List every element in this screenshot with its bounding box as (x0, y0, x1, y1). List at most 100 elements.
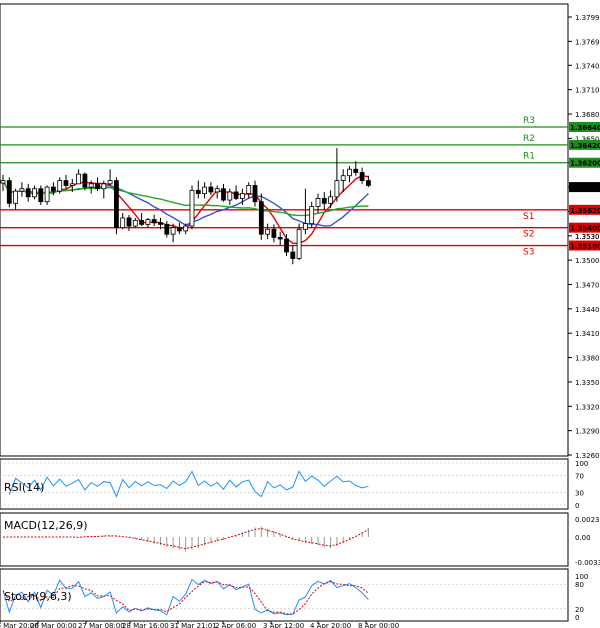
pivot-price-label: 1.36200 (570, 160, 600, 168)
candle-body (132, 219, 138, 227)
candle-body (365, 180, 371, 186)
macd-tick-label: 0.00237 (575, 516, 600, 524)
candle-body (347, 168, 352, 177)
candle-body (139, 219, 145, 225)
candle-body (302, 223, 308, 230)
candle-body (315, 198, 321, 207)
time-tick-label: 2 Apr 06:00 (215, 622, 256, 628)
pivot-price-label: 1.36420 (570, 142, 600, 150)
stoch-tick-label: 20 (575, 606, 584, 614)
time-tick-label: 8 Apr 00:00 (358, 622, 399, 628)
candle-body (176, 227, 182, 232)
candle-body (271, 228, 277, 238)
candle-body (170, 227, 176, 235)
candle-body (246, 185, 252, 194)
time-tick-label: 26 Mar 00:00 (30, 622, 77, 628)
candle-body (284, 238, 289, 253)
current-price: 1.35902 (569, 182, 600, 193)
price-tick-label: 1.37100 (575, 87, 600, 95)
candle-body (208, 186, 214, 193)
pivot-price-label: 1.36640 (570, 124, 600, 132)
candle-body (359, 172, 365, 181)
current-price-label: 1.35902 (570, 184, 600, 192)
candle-body (239, 193, 245, 199)
stoch-label: Stoch(9,6,3) (4, 590, 72, 603)
price-tick-label: 1.35000 (575, 257, 600, 265)
candle-body (328, 196, 334, 204)
chart-root: 1.379951.376951.374001.371001.368001.365… (0, 0, 600, 628)
candle-body (114, 180, 119, 229)
time-axis: 26 Mar 20:0026 Mar 00:0027 Mar 08:0028 M… (0, 621, 399, 628)
candle-body (158, 222, 163, 225)
candle-body (309, 206, 315, 225)
candle-body (76, 173, 81, 185)
time-tick-label: 31 Mar 21:01 (170, 622, 217, 628)
candle-body (164, 224, 170, 235)
price-tick-label: 1.34100 (575, 330, 600, 338)
pivot-name-s1: S1 (523, 212, 534, 222)
candle-body (202, 186, 208, 194)
candle-body (63, 180, 69, 186)
macd-label: MACD(12,26,9) (4, 519, 88, 532)
candle-body (151, 219, 157, 224)
price-tick-label: 1.33800 (575, 355, 600, 363)
candle-body (214, 188, 220, 193)
rsi-tick-label: 100 (575, 460, 588, 468)
rsi-tick-label: 30 (575, 489, 584, 497)
candle-body (189, 189, 195, 227)
candle-body (221, 188, 226, 201)
candle-body (277, 237, 283, 240)
candle-body (51, 186, 56, 192)
price-tick-label: 1.35300 (575, 233, 600, 241)
candle-body (227, 191, 233, 201)
stoch-tick-label: 80 (575, 581, 584, 589)
candle-body (334, 180, 340, 198)
price-tick-label: 1.33500 (575, 379, 600, 387)
pivot-price-label: 1.35180 (570, 243, 600, 251)
candle-body (38, 188, 44, 203)
candle-body (145, 219, 151, 225)
pivot-name-s2: S2 (523, 230, 534, 240)
price-tick-label: 1.36800 (575, 111, 600, 119)
rsi-tick-label: 70 (575, 473, 584, 481)
time-tick-label: 27 Mar 08:00 (78, 622, 125, 628)
macd-tick-label: -0.00331 (575, 559, 600, 567)
candle-body (353, 168, 359, 173)
rsi-label: RSI(14) (4, 481, 44, 494)
candle-body (95, 183, 100, 190)
candle-body (252, 185, 258, 203)
price-tick-label: 1.32600 (575, 452, 600, 460)
candle-body (195, 189, 201, 194)
stoch-tick-label: 0 (575, 614, 579, 622)
candle-body (233, 191, 239, 199)
time-tick-label: 28 Mar 16:00 (122, 622, 169, 628)
price-tick-label: 1.37695 (575, 38, 600, 46)
macd-tick-label: 0.00 (575, 534, 591, 542)
candle-body (296, 228, 302, 259)
pivot-name-r1: R1 (523, 152, 535, 162)
candle-body (57, 180, 63, 192)
pivot-name-s3: S3 (523, 248, 534, 258)
candle-body (82, 173, 88, 188)
candle-body (32, 188, 37, 198)
price-tick-label: 1.37400 (575, 62, 600, 70)
candle-body (265, 228, 271, 235)
candle-body (13, 190, 19, 204)
stoch-tick-label: 100 (575, 573, 588, 581)
pivot-price-label: 1.35400 (570, 225, 600, 233)
pivot-price-label: 1.35620 (570, 207, 600, 215)
price-tick-label: 1.34700 (575, 282, 600, 290)
candle-body (25, 188, 31, 198)
pivot-name-r3: R3 (523, 116, 535, 126)
candle-body (340, 175, 346, 181)
candle-body (0, 180, 6, 184)
candle-body (120, 217, 126, 229)
time-tick-label: 4 Apr 20:00 (310, 622, 351, 628)
price-tick-label: 1.37995 (575, 14, 600, 22)
candle-body (101, 183, 107, 190)
candle-body (258, 201, 264, 235)
candle-body (290, 251, 296, 259)
pivot-name-r2: R2 (523, 134, 535, 144)
rsi-tick-label: 0 (575, 502, 579, 510)
candle-body (6, 180, 12, 204)
